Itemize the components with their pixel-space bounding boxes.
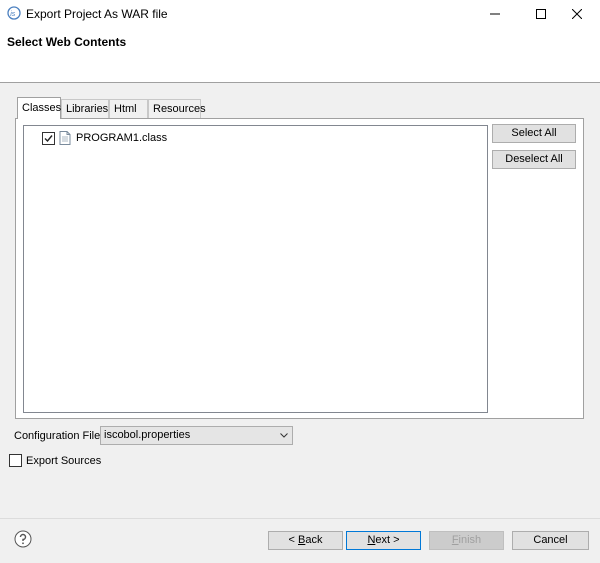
tab-html[interactable]: Html [109, 99, 148, 119]
help-icon[interactable] [14, 530, 32, 548]
export-sources-checkbox[interactable] [9, 454, 22, 467]
select-all-button[interactable]: Select All [492, 124, 576, 143]
configuration-file-select[interactable]: iscobol.properties [100, 426, 293, 445]
finish-label: inish [458, 534, 482, 546]
next-button[interactable]: Next > [346, 531, 421, 550]
close-icon [572, 8, 582, 19]
back-label: ack [305, 534, 323, 546]
tab-classes[interactable]: Classes [17, 97, 61, 119]
back-button[interactable]: < Back [268, 531, 343, 550]
finish-button[interactable]: Finish [429, 531, 504, 550]
file-icon [59, 131, 71, 145]
wizard-banner: Select Web Contents [0, 27, 600, 83]
minimize-button[interactable] [472, 0, 518, 27]
next-label: ext > [375, 534, 400, 546]
list-item[interactable]: PROGRAM1.class [42, 130, 167, 146]
checkmark-icon [44, 134, 53, 142]
close-button[interactable] [554, 0, 600, 27]
tab-resources[interactable]: Resources [148, 99, 206, 119]
back-prefix: < [288, 534, 298, 546]
configuration-file-value: iscobol.properties [104, 429, 191, 441]
finish-mnemonic: F [451, 534, 459, 546]
window-title: Export Project As WAR file [26, 7, 168, 21]
deselect-all-button[interactable]: Deselect All [492, 150, 576, 169]
configuration-file-label: Configuration File: [14, 430, 104, 442]
title-bar: is Export Project As WAR file [0, 0, 600, 27]
tab-libraries[interactable]: Libraries [61, 99, 109, 119]
footer-divider [0, 518, 600, 519]
item-checkbox[interactable] [42, 131, 55, 145]
page-title: Select Web Contents [7, 35, 127, 49]
cancel-button[interactable]: Cancel [512, 531, 589, 550]
svg-text:is: is [10, 11, 16, 18]
export-sources-label: Export Sources [26, 454, 102, 467]
iscobol-icon: is [7, 6, 21, 20]
list-item-label: PROGRAM1.class [76, 132, 168, 144]
minimize-icon [490, 13, 500, 14]
class-list[interactable]: PROGRAM1.class [23, 125, 488, 413]
tab-folder: Classes Libraries Html Resources PROGRAM… [15, 97, 584, 419]
export-sources-option[interactable]: Export Sources [9, 454, 101, 467]
chevron-down-icon [280, 433, 288, 438]
maximize-icon [536, 8, 546, 19]
